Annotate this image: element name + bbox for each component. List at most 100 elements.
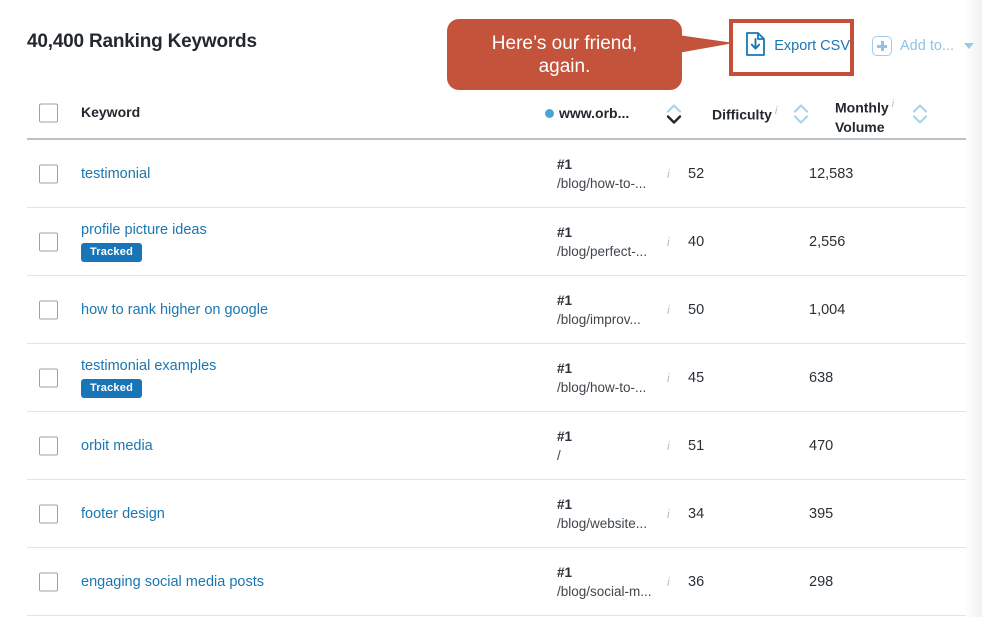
table-body: testimonial #1/blog/how-to-... i 52 12,583 pr… (27, 140, 966, 616)
sort-toggle-difficulty[interactable] (792, 102, 810, 132)
column-header-difficulty[interactable]: Difficulty i (712, 105, 777, 123)
monthly-volume-value: 2,556 (809, 233, 846, 250)
select-all-checkbox-cell (39, 103, 58, 123)
row-checkbox[interactable] (39, 504, 58, 523)
row-info-icon[interactable]: i (667, 303, 670, 317)
keyword-cell: testimonial examples Tracked (81, 358, 216, 398)
ranking-url-cell: #1/blog/improv... (557, 291, 667, 329)
difficulty-value: 40 (688, 233, 705, 250)
difficulty-value: 51 (688, 437, 705, 454)
callout-text: Here’s our friend, again. (478, 32, 651, 78)
table-row: orbit media #1 / i 51 470 (27, 412, 966, 480)
rank-position: #1 (557, 496, 573, 512)
difficulty-info-icon[interactable]: i (775, 105, 777, 117)
callout-line-2: again. (538, 55, 591, 77)
tracked-badge: Tracked (81, 378, 142, 398)
table-header-row: Keyword www.orb... Difficulty i Monthly … (27, 88, 966, 140)
row-checkbox-cell (39, 164, 58, 183)
page-title: 40,400 Ranking Keywords (27, 31, 257, 52)
callout-tail (678, 35, 734, 53)
sort-toggle-monthly-volume[interactable] (911, 102, 929, 132)
table-row: footer design #1/blog/website... i 34 395 (27, 480, 966, 548)
row-checkbox[interactable] (39, 368, 58, 387)
column-header-difficulty-label: Difficulty (712, 106, 772, 123)
monthly-volume-info-icon[interactable]: i (892, 98, 894, 110)
row-info-icon[interactable]: i (667, 167, 670, 181)
column-header-monthly-volume-line1: Monthly (835, 99, 889, 116)
column-header-domain[interactable]: www.orb... (545, 105, 629, 121)
row-checkbox[interactable] (39, 300, 58, 319)
sort-toggle-domain[interactable] (665, 102, 683, 132)
monthly-volume-value: 1,004 (809, 301, 846, 318)
difficulty-value: 34 (688, 505, 705, 522)
column-header-keyword: Keyword (81, 104, 141, 120)
row-checkbox[interactable] (39, 436, 58, 455)
table-row: how to rank higher on google #1/blog/impr… (27, 276, 966, 344)
rank-position: #1 (557, 564, 573, 580)
monthly-volume-value: 298 (809, 573, 834, 590)
keyword-cell: footer design (81, 506, 165, 522)
rank-url-path: / (557, 447, 561, 463)
export-csv-button[interactable]: Export CSV (741, 30, 854, 62)
keyword-link[interactable]: testimonial examples (81, 358, 216, 374)
add-to-button[interactable]: Add to... (871, 36, 974, 56)
domain-dot-icon (545, 108, 554, 118)
chevron-down-icon (964, 43, 974, 49)
rank-url-path: /blog/perfect-... (557, 243, 648, 259)
annotation-callout: Here’s our friend, again. (447, 19, 682, 90)
rank-position: #1 (557, 428, 573, 444)
difficulty-value: 45 (688, 369, 705, 386)
monthly-volume-value: 638 (809, 369, 834, 386)
difficulty-value: 52 (688, 165, 705, 182)
row-checkbox-cell (39, 504, 58, 523)
export-csv-label: Export CSV (774, 38, 850, 54)
column-header-monthly-volume[interactable]: Monthly i Volume (835, 95, 897, 137)
ranking-keywords-table: Keyword www.orb... Difficulty i Monthly … (27, 88, 966, 616)
ranking-url-cell: #1/blog/how-to-... (557, 359, 667, 397)
rank-url-path: /blog/social-m... (557, 583, 652, 599)
keyword-cell: orbit media (81, 438, 153, 454)
table-row: profile picture ideas Tracked #1/blog/perf… (27, 208, 966, 276)
difficulty-value: 36 (688, 573, 705, 590)
tracked-badge: Tracked (81, 242, 142, 262)
add-to-label: Add to... (899, 38, 954, 54)
row-checkbox[interactable] (39, 164, 58, 183)
rank-position: #1 (557, 292, 573, 308)
keyword-link[interactable]: testimonial (81, 166, 150, 182)
keyword-link[interactable]: profile picture ideas (81, 222, 207, 238)
ranking-url-cell: #1/blog/perfect-... (557, 223, 667, 261)
rank-url-path: /blog/website... (557, 515, 648, 531)
rank-url-path: /blog/how-to-... (557, 175, 647, 191)
row-info-icon[interactable]: i (667, 439, 670, 453)
row-checkbox[interactable] (39, 232, 58, 251)
table-row: engaging social media posts #1/blog/socia… (27, 548, 966, 616)
monthly-volume-value: 470 (809, 437, 834, 454)
keyword-cell: how to rank higher on google (81, 302, 268, 318)
ranking-url-cell: #1/blog/how-to-... (557, 155, 667, 193)
document-download-icon (745, 32, 766, 60)
table-actions-toolbar: Export CSV Add to... (741, 30, 974, 62)
keyword-link[interactable]: how to rank higher on google (81, 302, 268, 318)
row-checkbox-cell (39, 232, 58, 251)
monthly-volume-value: 395 (809, 505, 834, 522)
keyword-link[interactable]: footer design (81, 506, 165, 522)
plus-box-icon (871, 36, 892, 56)
column-header-monthly-volume-line2: Volume (835, 118, 885, 135)
row-info-icon[interactable]: i (667, 371, 670, 385)
select-all-checkbox[interactable] (39, 103, 58, 123)
row-checkbox-cell (39, 436, 58, 455)
row-checkbox-cell (39, 572, 58, 591)
keyword-link[interactable]: orbit media (81, 438, 153, 454)
column-header-domain-label: www.orb... (559, 105, 630, 121)
row-info-icon[interactable]: i (667, 575, 670, 589)
rank-url-path: /blog/improv... (557, 311, 641, 327)
keyword-cell: profile picture ideas Tracked (81, 222, 207, 262)
difficulty-value: 50 (688, 301, 705, 318)
row-checkbox[interactable] (39, 572, 58, 591)
row-info-icon[interactable]: i (667, 235, 670, 249)
row-checkbox-cell (39, 300, 58, 319)
table-row: testimonial #1/blog/how-to-... i 52 12,583 (27, 140, 966, 208)
keyword-link[interactable]: engaging social media posts (81, 574, 264, 590)
keyword-cell: engaging social media posts (81, 574, 264, 590)
row-info-icon[interactable]: i (667, 507, 670, 521)
